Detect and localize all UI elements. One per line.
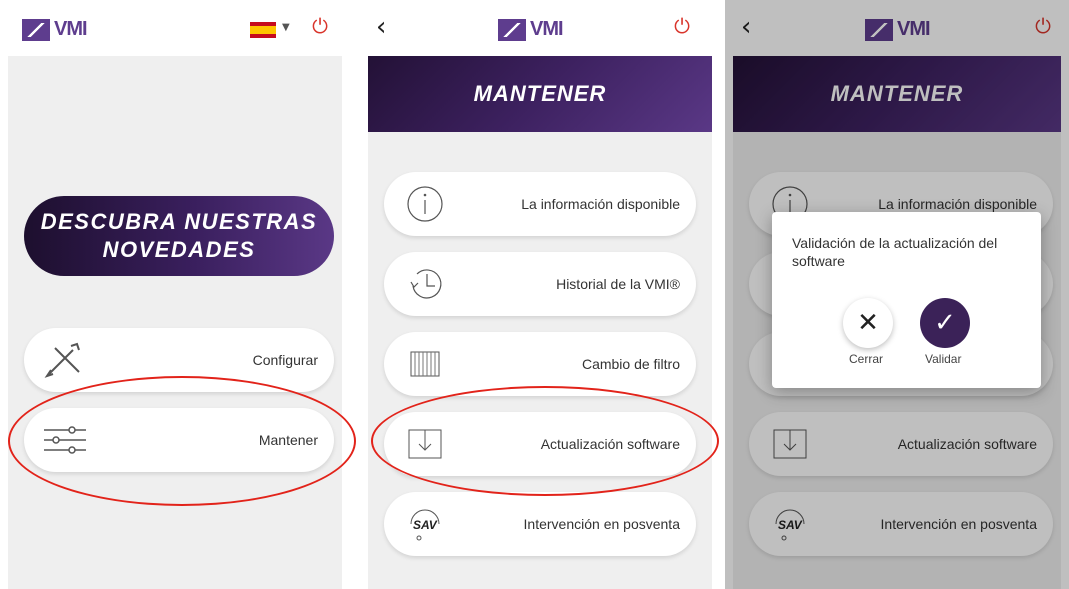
menu-item-label: Actualización software (540, 436, 680, 452)
download-icon (400, 422, 450, 466)
download-icon (765, 422, 815, 466)
menu-item-software-update[interactable]: Actualización software (384, 412, 696, 476)
sav-headset-icon: SAV (400, 502, 450, 546)
vmi-logo: VMI (22, 18, 88, 41)
power-icon[interactable]: ⏻ (670, 14, 694, 38)
home-body (8, 56, 342, 589)
menu-item-after-sales[interactable]: SAV Intervención en posventa (749, 492, 1053, 556)
menu-item-label: Mantener (258, 432, 318, 448)
menu-item-configurar[interactable]: Configurar (24, 328, 334, 392)
menu-item-history[interactable]: Historial de la VMI® (384, 252, 696, 316)
svg-text:SAV: SAV (413, 518, 438, 532)
power-icon[interactable]: ⏻ (1031, 14, 1055, 38)
page-banner: MANTENER (368, 56, 712, 132)
chevron-down-icon[interactable]: ▼ (282, 22, 290, 33)
menu-item-label: La información disponible (521, 196, 680, 212)
menu-item-label: Intervención en posventa (523, 516, 680, 532)
tools-icon (40, 338, 90, 382)
promo-line-2: NOVEDADES (102, 237, 256, 262)
page-title: MANTENER (473, 81, 607, 106)
screen-mantener: ‹ VMI ⏻ MANTENER La información disponib… (360, 0, 720, 589)
menu-item-mantener[interactable]: Mantener (24, 408, 334, 472)
top-bar: VMI ▼ ⏻ (0, 0, 350, 56)
power-icon[interactable]: ⏻ (308, 14, 332, 38)
cancel-label: Cerrar (849, 352, 884, 366)
sliders-icon (40, 418, 90, 462)
check-icon: ✓ (934, 308, 956, 338)
top-bar: ‹ VMI ⏻ (725, 0, 1069, 56)
back-chevron-icon[interactable]: ‹ (376, 12, 386, 42)
menu-item-label: Intervención en posventa (880, 516, 1037, 532)
svg-text:SAV: SAV (778, 518, 803, 532)
menu-item-label: Configurar (252, 352, 318, 368)
vmi-logo: VMI (498, 18, 564, 41)
confirm-button[interactable]: ✓ (920, 298, 970, 348)
page-title: MANTENER (830, 81, 964, 106)
menu-item-label: La información disponible (878, 196, 1037, 212)
back-chevron-icon[interactable]: ‹ (741, 12, 751, 42)
dialog-title: Validación de la actualización del softw… (792, 235, 998, 269)
promo-line-1: DESCUBRA NUESTRAS (40, 209, 318, 234)
menu-item-label: Cambio de filtro (581, 356, 680, 372)
logo-text: VMI (530, 18, 564, 40)
logo-mark-icon (865, 18, 893, 41)
info-icon (400, 182, 450, 226)
logo-mark-icon (498, 18, 526, 41)
menu-item-after-sales[interactable]: SAV Intervención en posventa (384, 492, 696, 556)
logo-text: VMI (897, 18, 931, 40)
cancel-button[interactable]: ✕ (843, 298, 893, 348)
confirm-dialog: Validación de la actualización del softw… (772, 212, 1041, 388)
screen-home: VMI ▼ ⏻ DESCUBRA NUESTRAS NOVEDADES Conf… (0, 0, 350, 589)
filter-icon (400, 342, 450, 386)
history-icon (400, 262, 450, 306)
confirm-label: Validar (925, 352, 962, 366)
menu-item-filter[interactable]: Cambio de filtro (384, 332, 696, 396)
top-bar: ‹ VMI ⏻ (360, 0, 720, 56)
promo-banner[interactable]: DESCUBRA NUESTRAS NOVEDADES (24, 196, 334, 276)
logo-text: VMI (54, 18, 88, 40)
spain-flag-icon[interactable] (250, 22, 276, 38)
menu-item-label: Historial de la VMI® (556, 276, 680, 292)
sav-headset-icon: SAV (765, 502, 815, 546)
page-banner: MANTENER (733, 56, 1061, 132)
vmi-logo: VMI (865, 18, 931, 41)
menu-item-info[interactable]: La información disponible (384, 172, 696, 236)
close-icon: ✕ (857, 308, 879, 338)
menu-item-software-update[interactable]: Actualización software (749, 412, 1053, 476)
menu-item-label: Actualización software (897, 436, 1037, 452)
logo-mark-icon (22, 18, 50, 41)
